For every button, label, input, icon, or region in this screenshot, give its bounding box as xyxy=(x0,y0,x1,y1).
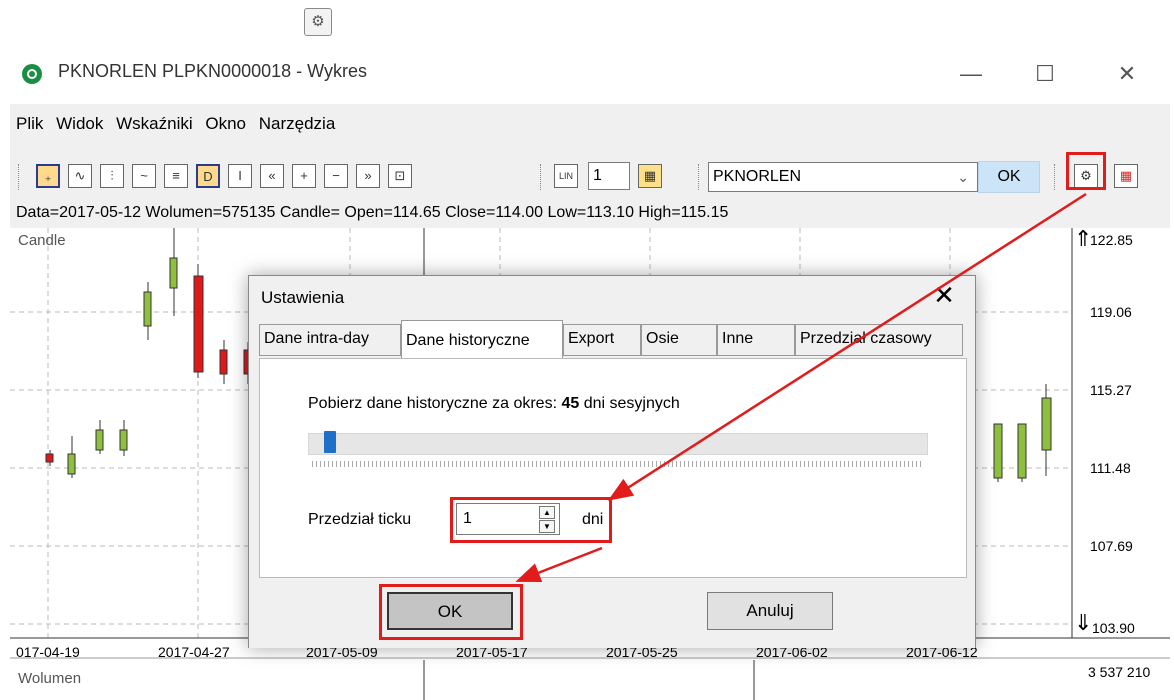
toolbar-separator xyxy=(698,164,700,190)
candle-up xyxy=(169,257,178,289)
toolbar: ₊ ∿ ⫶ ~ ≡ D I « + − » ⊡ LIN 1 ▦ PKNORLEN… xyxy=(10,152,1170,193)
candle-up xyxy=(1017,423,1027,479)
settings-floating-icon: ⚙ xyxy=(304,8,332,36)
window-titlebar: PKNORLEN PLPKN0000018 - Wykres — ☐ ✕ xyxy=(0,46,1174,102)
candle-up xyxy=(95,429,104,451)
candle-chart-icon[interactable]: ₊ xyxy=(36,164,60,188)
volume-legend: Wolumen xyxy=(18,670,82,687)
fit-icon[interactable]: ⊡ xyxy=(388,164,412,188)
area-chart-icon[interactable]: ~ xyxy=(132,164,156,188)
linear-scale-button[interactable]: LIN xyxy=(554,164,578,188)
color-palette-icon[interactable]: ▦ xyxy=(1114,164,1138,188)
y-tick-label: 122.85 xyxy=(1090,232,1133,248)
y-tick-label: 115.27 xyxy=(1090,382,1132,398)
history-slider-thumb[interactable] xyxy=(324,431,336,453)
menu-wskazniki[interactable]: Wskaźniki xyxy=(116,114,193,134)
scroll-down-arrow-icon[interactable]: ⇓ xyxy=(1074,610,1092,635)
tab-historical[interactable]: Dane historyczne xyxy=(401,320,563,358)
ohlc-chart-icon[interactable]: ⫶ xyxy=(100,164,124,188)
candle-down xyxy=(193,275,204,373)
historical-panel: Pobierz dane historyczne za okres: 45 dn… xyxy=(259,358,967,578)
layout-grid-icon[interactable]: ▦ xyxy=(638,164,662,188)
x-tick-label: 017-04-19 xyxy=(16,644,80,660)
candle-up xyxy=(1041,397,1052,451)
quote-infobar: Data=2017-05-12 Wolumen=575135 Candle= O… xyxy=(16,204,729,221)
history-slider-track[interactable] xyxy=(308,433,928,455)
dialog-close-icon[interactable]: ✕ xyxy=(929,280,959,311)
settings-dialog: Ustawienia ✕ Dane intra-day Dane history… xyxy=(248,275,976,648)
app-icon xyxy=(22,64,42,84)
tab-other[interactable]: Inne xyxy=(717,324,795,356)
menu-okno[interactable]: Okno xyxy=(205,114,246,134)
symbol-combobox[interactable]: PKNORLEN ⌄ xyxy=(708,162,978,192)
tick-interval-label: Przedział ticku xyxy=(308,511,412,528)
dialog-title: Ustawienia xyxy=(261,288,345,307)
window-title: PKNORLEN PLPKN0000018 - Wykres xyxy=(58,61,367,81)
rewind-icon[interactable]: « xyxy=(260,164,284,188)
highlight-tick-box xyxy=(450,497,612,543)
minimize-button[interactable]: — xyxy=(948,56,994,92)
tab-axes[interactable]: Osie xyxy=(641,324,717,356)
candle-down xyxy=(45,453,54,463)
toolbar-separator xyxy=(18,164,20,190)
dialog-cancel-button[interactable]: Anuluj xyxy=(707,592,833,630)
tab-time-interval[interactable]: Przedział czasowy xyxy=(795,324,963,356)
menu-widok[interactable]: Widok xyxy=(56,114,103,134)
candle-up xyxy=(993,423,1003,479)
chevron-down-icon[interactable]: ⌄ xyxy=(957,163,969,191)
symbol-ok-button[interactable]: OK xyxy=(978,161,1040,193)
tab-export[interactable]: Export xyxy=(563,324,641,356)
gear-icon: ⚙ xyxy=(311,13,325,30)
candle-up xyxy=(67,453,76,475)
intraday-interval-icon[interactable]: I xyxy=(228,164,252,188)
candle-down xyxy=(219,349,228,375)
y-tick-label: 119.06 xyxy=(1090,304,1132,320)
menubar: Plik Widok Wskaźniki Okno Narzędzia xyxy=(10,114,337,142)
maximize-button[interactable]: ☐ xyxy=(1022,56,1068,92)
y-tick-label: 103.90 xyxy=(1092,620,1135,636)
symbol-value: PKNORLEN xyxy=(713,168,802,185)
zoom-in-icon[interactable]: + xyxy=(292,164,316,188)
history-prefix: Pobierz dane historyczne za okres: xyxy=(308,395,558,412)
history-suffix: dni sesyjnych xyxy=(583,395,680,412)
highlight-ok-box xyxy=(379,584,523,640)
interval-input[interactable]: 1 xyxy=(588,162,630,190)
forward-icon[interactable]: » xyxy=(356,164,380,188)
toolbar-separator xyxy=(540,164,542,190)
x-tick-label: 2017-04-27 xyxy=(158,644,230,660)
slider-ticks xyxy=(312,461,924,467)
list-icon[interactable]: ≡ xyxy=(164,164,188,188)
candle-up xyxy=(143,291,152,327)
tab-intraday[interactable]: Dane intra-day xyxy=(259,324,401,356)
candle-up xyxy=(119,429,128,451)
toolbar-separator xyxy=(1054,164,1056,190)
y-tick-label: 107.69 xyxy=(1090,538,1133,554)
line-chart-icon[interactable]: ∿ xyxy=(68,164,92,188)
history-days: 45 xyxy=(561,395,580,412)
history-period-label: Pobierz dane historyczne za okres: 45 dn… xyxy=(308,395,680,413)
zoom-out-icon[interactable]: − xyxy=(324,164,348,188)
close-button[interactable]: ✕ xyxy=(1104,56,1150,92)
menu-plik[interactable]: Plik xyxy=(16,114,43,134)
y-tick-label: 111.48 xyxy=(1090,460,1131,476)
daily-interval-icon[interactable]: D xyxy=(196,164,220,188)
highlight-settings-box xyxy=(1066,152,1106,190)
dialog-footer: OK Anuluj xyxy=(249,580,975,648)
candle-legend: Candle xyxy=(18,232,66,249)
menu-narzedzia[interactable]: Narzędzia xyxy=(259,114,336,134)
volume-max-label: 3 537 210 xyxy=(1088,664,1151,680)
